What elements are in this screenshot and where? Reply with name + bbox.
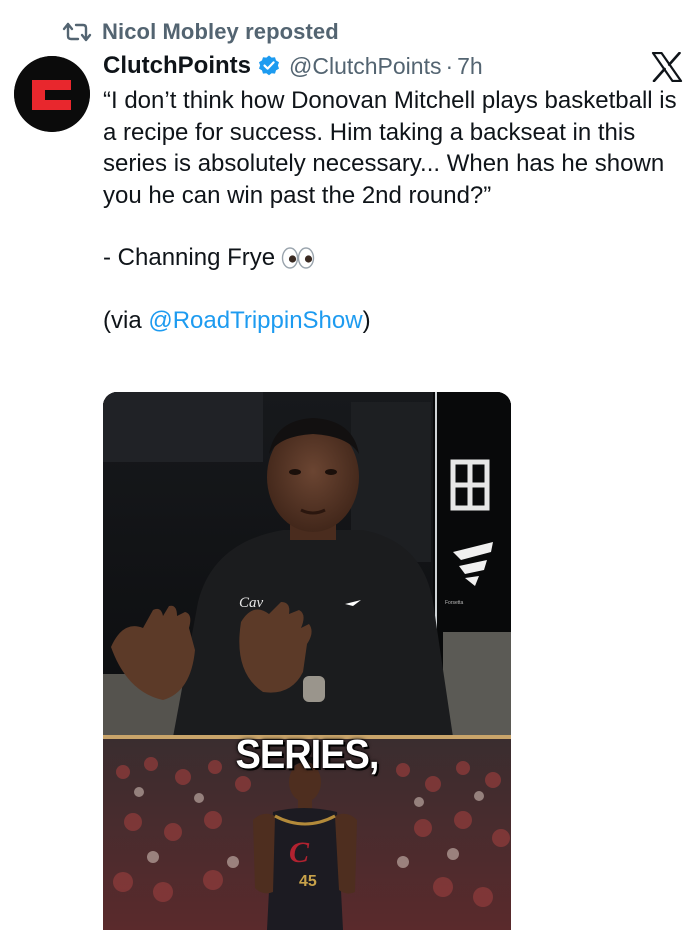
tweet-header: ClutchPoints @ClutchPoints · 7h [103, 50, 483, 82]
x-logo-icon[interactable] [651, 52, 683, 82]
repost-label[interactable]: Nicol Mobley reposted [102, 19, 339, 45]
jersey-letter: C [289, 836, 310, 869]
author-avatar[interactable] [14, 56, 90, 132]
tweet-timestamp[interactable]: 7h [457, 53, 483, 80]
author-handle[interactable]: @ClutchPoints [289, 53, 441, 80]
video-caption: SERIES, [235, 732, 380, 778]
tweet-via-line: (via @RoadTrippinShow) [103, 305, 683, 337]
verified-badge-icon [259, 55, 279, 76]
tweet-quote: “I don’t think how Donovan Mitchell play… [103, 87, 677, 209]
repost-indicator[interactable]: Nicol Mobley reposted [62, 18, 339, 46]
clutchpoints-logo-icon [14, 56, 90, 132]
separator-dot: · [445, 52, 454, 79]
tweet-attribution-line: - Channing Frye [103, 242, 683, 274]
author-display-name[interactable]: ClutchPoints [103, 52, 251, 80]
via-suffix: ) [362, 306, 371, 334]
svg-text:Cav: Cav [239, 595, 264, 611]
jersey-number: 45 [299, 873, 317, 890]
media-image: Forsetta Cav C 45 [103, 392, 511, 930]
via-prefix: (via [103, 306, 149, 334]
eyes-emoji-icon [281, 247, 315, 269]
tweet-body: “I don’t think how Donovan Mitchell play… [103, 85, 683, 336]
watermark-label: Forsetta [445, 600, 464, 606]
tweet-attribution: - Channing Frye [103, 244, 276, 271]
tweet-media-video[interactable]: Forsetta Cav C 45 SERIES, [103, 392, 511, 930]
repost-icon [62, 22, 92, 42]
mention-link[interactable]: @RoadTrippinShow [148, 307, 362, 334]
